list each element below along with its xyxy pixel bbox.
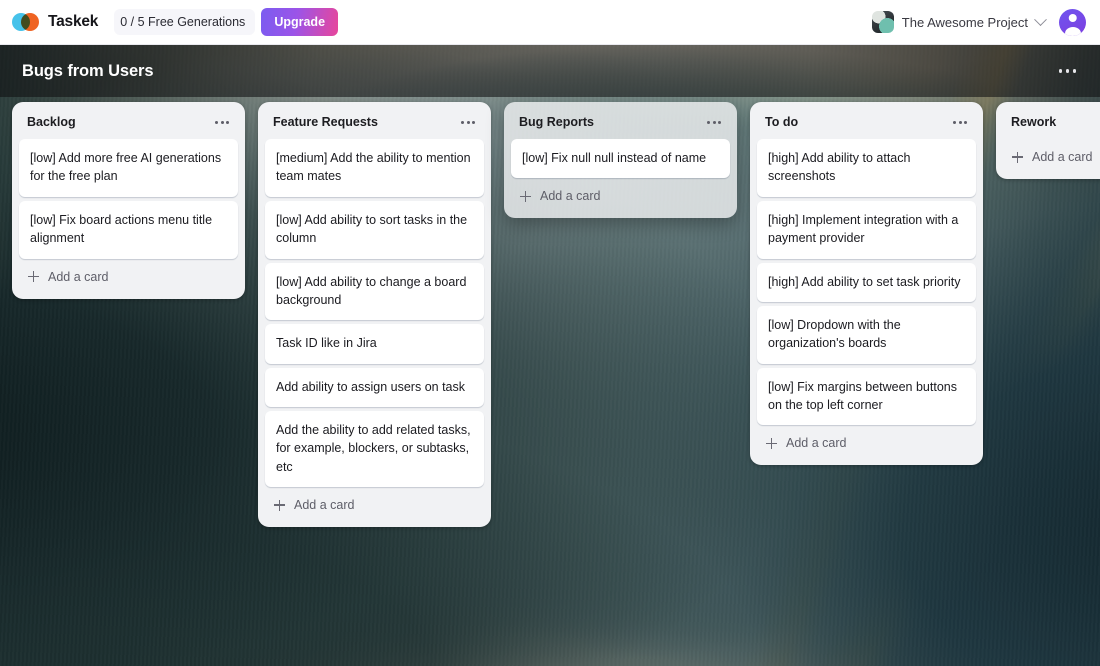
project-name: The Awesome Project — [901, 14, 1028, 30]
column-cards: [low] Fix null null instead of name — [511, 139, 730, 179]
column-header: Backlog — [19, 109, 238, 139]
app-root: Taskek 0 / 5 Free Generations Upgrade Th… — [0, 0, 1100, 666]
add-card-label: Add a card — [1032, 150, 1093, 164]
column-title: Feature Requests — [273, 115, 378, 129]
page-title: Bugs from Users — [22, 61, 154, 80]
column-more-options-icon[interactable] — [458, 116, 478, 129]
task-card[interactable]: [low] Fix board actions menu title align… — [19, 200, 238, 259]
task-card[interactable]: [high] Add ability to attach screenshots — [757, 139, 976, 197]
free-generations-badge: 0 / 5 Free Generations — [114, 9, 256, 35]
column-title: To do — [765, 115, 799, 129]
upgrade-button[interactable]: Upgrade — [261, 8, 339, 36]
task-card[interactable]: [low] Add ability to change a board back… — [265, 262, 484, 321]
task-card[interactable]: [low] Dropdown with the organization's b… — [757, 305, 976, 364]
column-more-options-icon[interactable] — [212, 116, 232, 129]
task-card[interactable]: [low] Add ability to sort tasks in the c… — [265, 200, 484, 259]
add-card-button[interactable]: Add a card — [19, 259, 238, 292]
plus-icon — [520, 190, 531, 202]
user-avatar-icon[interactable] — [1059, 8, 1086, 36]
board-column-feature-requests[interactable]: Feature Requests [medium] Add the abilit… — [258, 102, 491, 528]
brand[interactable]: Taskek — [12, 12, 98, 32]
task-card[interactable]: [low] Add more free AI generations for t… — [19, 139, 238, 197]
board-column-backlog[interactable]: Backlog [low] Add more free AI generatio… — [12, 102, 245, 299]
column-more-options-icon[interactable] — [950, 116, 970, 129]
column-header: Feature Requests — [265, 109, 484, 139]
column-cards: [high] Add ability to attach screenshots… — [757, 139, 976, 426]
plus-icon — [766, 437, 777, 449]
column-title: Bug Reports — [519, 115, 594, 129]
column-cards: [medium] Add the ability to mention team… — [265, 139, 484, 488]
taskek-logo-icon — [12, 12, 40, 32]
task-card[interactable]: Add ability to assign users on task — [265, 367, 484, 407]
add-card-button[interactable]: Add a card — [757, 425, 976, 458]
column-title: Rework — [1011, 115, 1057, 129]
plus-icon — [1012, 151, 1023, 163]
task-card[interactable]: [low] Fix margins between buttons on the… — [757, 367, 976, 426]
project-switcher[interactable]: The Awesome Project — [868, 8, 1049, 36]
task-card[interactable]: [low] Fix null null instead of name — [511, 139, 730, 179]
board-column-bug-reports[interactable]: Bug Reports [low] Fix null null instead … — [504, 102, 737, 219]
column-more-options-icon[interactable] — [704, 116, 724, 129]
add-card-button[interactable]: Add a card — [511, 178, 730, 211]
board-header: Bugs from Users — [0, 45, 1100, 97]
column-header: Rework — [1003, 109, 1100, 139]
plus-icon — [28, 271, 39, 282]
add-card-button[interactable]: Add a card — [265, 487, 484, 520]
board-area: Bugs from Users Backlog [low] Add more f… — [0, 45, 1100, 666]
board-column-rework[interactable]: Rework Add a card — [996, 102, 1100, 179]
top-navigation-bar: Taskek 0 / 5 Free Generations Upgrade Th… — [0, 0, 1100, 45]
task-card[interactable]: Task ID like in Jira — [265, 324, 484, 364]
column-cards: [low] Add more free AI generations for t… — [19, 139, 238, 259]
add-card-label: Add a card — [786, 436, 847, 451]
add-card-button[interactable]: Add a card — [1003, 139, 1100, 172]
add-card-label: Add a card — [294, 498, 355, 513]
task-card[interactable]: [high] Implement integration with a paym… — [757, 200, 976, 259]
project-thumbnail-icon — [871, 11, 894, 33]
task-card[interactable]: [medium] Add the ability to mention team… — [265, 139, 484, 197]
board-column-to-do[interactable]: To do [high] Add ability to attach scree… — [750, 102, 983, 466]
board-more-options-icon[interactable] — [1055, 63, 1081, 79]
brand-name: Taskek — [48, 13, 99, 30]
column-header: Bug Reports — [511, 109, 730, 139]
top-navigation-right: The Awesome Project — [868, 8, 1086, 36]
column-header: To do — [757, 109, 976, 139]
chevron-down-icon — [1034, 12, 1047, 26]
column-title: Backlog — [27, 115, 76, 129]
add-card-label: Add a card — [540, 189, 601, 204]
board-columns: Backlog [low] Add more free AI generatio… — [0, 97, 1100, 666]
add-card-label: Add a card — [48, 269, 109, 284]
task-card[interactable]: [high] Add ability to set task priority — [757, 262, 976, 302]
plus-icon — [274, 499, 285, 511]
task-card[interactable]: Add the ability to add related tasks, fo… — [265, 411, 484, 488]
